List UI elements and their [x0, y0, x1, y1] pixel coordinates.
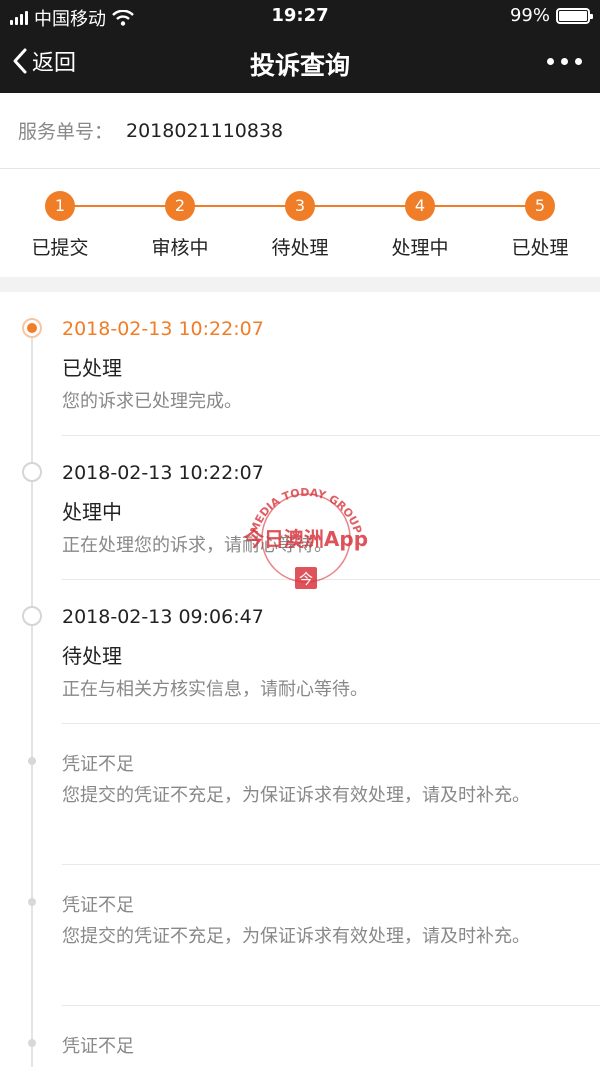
step-label: 已处理: [511, 237, 569, 259]
status-bar: 中国移动 19:27 99%: [0, 0, 600, 32]
timeline-time: 2018-02-13 10:22:07: [62, 462, 264, 484]
timeline-small-dot-icon: [28, 898, 36, 906]
battery-fill: [559, 10, 587, 21]
more-dot-icon: [547, 58, 554, 65]
step-label: 处理中: [391, 237, 449, 259]
note-title: 凭证不足: [62, 895, 134, 916]
timeline: 2018-02-13 10:22:07 已处理 您的诉求已处理完成。 2018-…: [0, 292, 600, 1067]
step-label: 审核中: [151, 237, 209, 259]
more-dot-icon: [575, 58, 582, 65]
timeline-small-dot-icon: [28, 757, 36, 765]
step-4: 4 处理中: [370, 191, 470, 260]
timeline-time: 2018-02-13 09:06:47: [62, 606, 264, 628]
page-title: 投诉查询: [249, 51, 350, 80]
battery-percent: 99%: [509, 5, 550, 26]
divider: [62, 1005, 600, 1006]
step-label: 待处理: [271, 237, 329, 259]
timeline-marker-icon: [22, 606, 42, 626]
order-number-row: 服务单号： 2018021110838: [0, 93, 600, 169]
timeline-small-dot-icon: [28, 1039, 36, 1047]
note-desc: 您提交的凭证不充足，为保证诉求有效处理，请及时补充。: [62, 926, 530, 947]
more-dot-icon: [561, 58, 568, 65]
status-right: 99%: [509, 5, 593, 26]
note-desc: 您提交的凭证不充足，为保证诉求有效处理，请及时补充。: [62, 785, 530, 806]
step-number: 4: [405, 191, 435, 221]
step-number: 5: [525, 191, 555, 221]
divider: [62, 723, 600, 724]
order-number-label: 服务单号：: [18, 121, 114, 143]
timeline-desc: 正在与相关方核实信息，请耐心等待。: [62, 679, 368, 700]
note-title: 凭证不足: [62, 1036, 134, 1057]
more-button[interactable]: [547, 58, 582, 65]
timeline-desc: 正在处理您的诉求，请耐心等待。: [62, 535, 332, 556]
order-number-value: 2018021110838: [126, 119, 284, 142]
step-5: 5 已处理: [490, 191, 590, 260]
divider: [62, 435, 600, 436]
timeline-time: 2018-02-13 10:22:07: [62, 318, 264, 340]
step-2: 2 审核中: [130, 191, 230, 260]
divider: [62, 579, 600, 580]
step-1: 1 已提交: [10, 191, 110, 260]
timeline-status: 已处理: [62, 356, 122, 380]
note-title: 凭证不足: [62, 754, 134, 775]
timeline-desc: 您的诉求已处理完成。: [62, 391, 242, 412]
step-number: 3: [285, 191, 315, 221]
nav-bar: 返回 投诉查询: [0, 32, 600, 93]
progress-steps: 1 已提交 2 审核中 3 待处理 4 处理中 5 已处理: [0, 169, 600, 277]
step-number: 2: [165, 191, 195, 221]
step-number: 1: [45, 191, 75, 221]
timeline-status: 待处理: [62, 644, 122, 668]
timeline-status: 处理中: [62, 500, 122, 524]
timeline-line: [31, 328, 33, 1067]
battery-icon: [556, 7, 593, 24]
timeline-active-marker-icon: [22, 318, 42, 338]
timeline-marker-icon: [22, 462, 42, 482]
divider: [62, 864, 600, 865]
step-label: 已提交: [31, 237, 89, 259]
step-3: 3 待处理: [250, 191, 350, 260]
